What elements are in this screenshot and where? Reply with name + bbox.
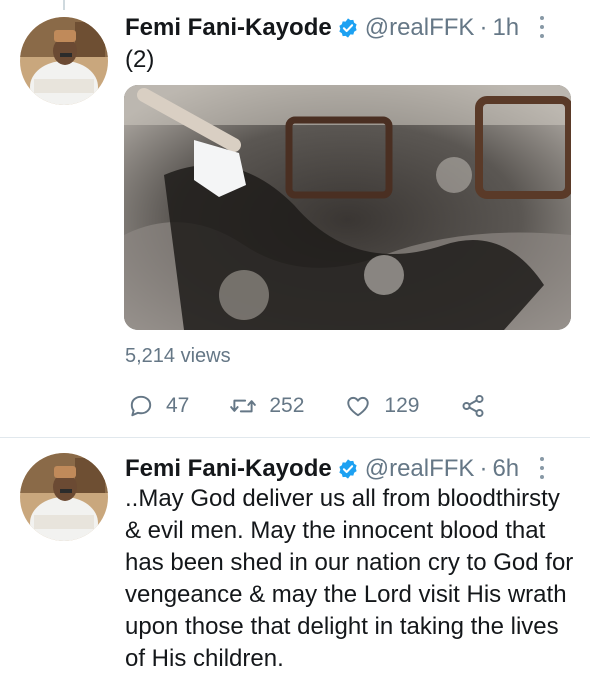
like-icon xyxy=(347,396,370,417)
tweet[interactable]: Femi Fani-Kayode @realFFK · 1h (2) 5,214… xyxy=(0,0,590,437)
share-button[interactable] xyxy=(459,393,499,419)
author-name[interactable]: Femi Fani-Kayode xyxy=(125,14,332,42)
like-button[interactable]: 129 xyxy=(344,393,419,419)
reply-count: 47 xyxy=(166,394,190,417)
more-options-icon[interactable] xyxy=(538,457,546,479)
view-count: 5,214 views xyxy=(125,345,231,367)
retweet-count: 252 xyxy=(269,394,305,417)
tweet-text: (2) xyxy=(125,46,155,73)
share-icon xyxy=(462,394,484,418)
tweet-timestamp[interactable]: 6h xyxy=(492,455,519,483)
tweet-actions: 47 252 129 xyxy=(128,393,499,419)
verified-badge-icon xyxy=(339,459,357,479)
avatar[interactable] xyxy=(20,17,108,105)
like-count: 129 xyxy=(384,394,420,417)
separator-dot: · xyxy=(479,455,488,482)
retweet-button[interactable]: 252 xyxy=(229,393,304,419)
tweet-timestamp[interactable]: 1h xyxy=(492,14,519,42)
reply-icon xyxy=(130,395,152,417)
retweet-icon xyxy=(230,399,257,413)
reply-button[interactable]: 47 xyxy=(128,393,189,419)
tweet-text: ..May God deliver us all from bloodthirs… xyxy=(125,485,574,672)
author-name[interactable]: Femi Fani-Kayode xyxy=(125,455,332,483)
tweet[interactable]: Femi Fani-Kayode @realFFK · 6h ..May God… xyxy=(0,438,590,687)
author-handle[interactable]: @realFFK xyxy=(365,455,475,483)
author-handle[interactable]: @realFFK xyxy=(365,14,475,42)
separator-dot: · xyxy=(479,14,488,41)
verified-badge-icon xyxy=(339,18,357,38)
avatar[interactable] xyxy=(20,453,108,541)
more-options-icon[interactable] xyxy=(538,16,546,38)
tweet-media-image[interactable] xyxy=(124,85,571,330)
